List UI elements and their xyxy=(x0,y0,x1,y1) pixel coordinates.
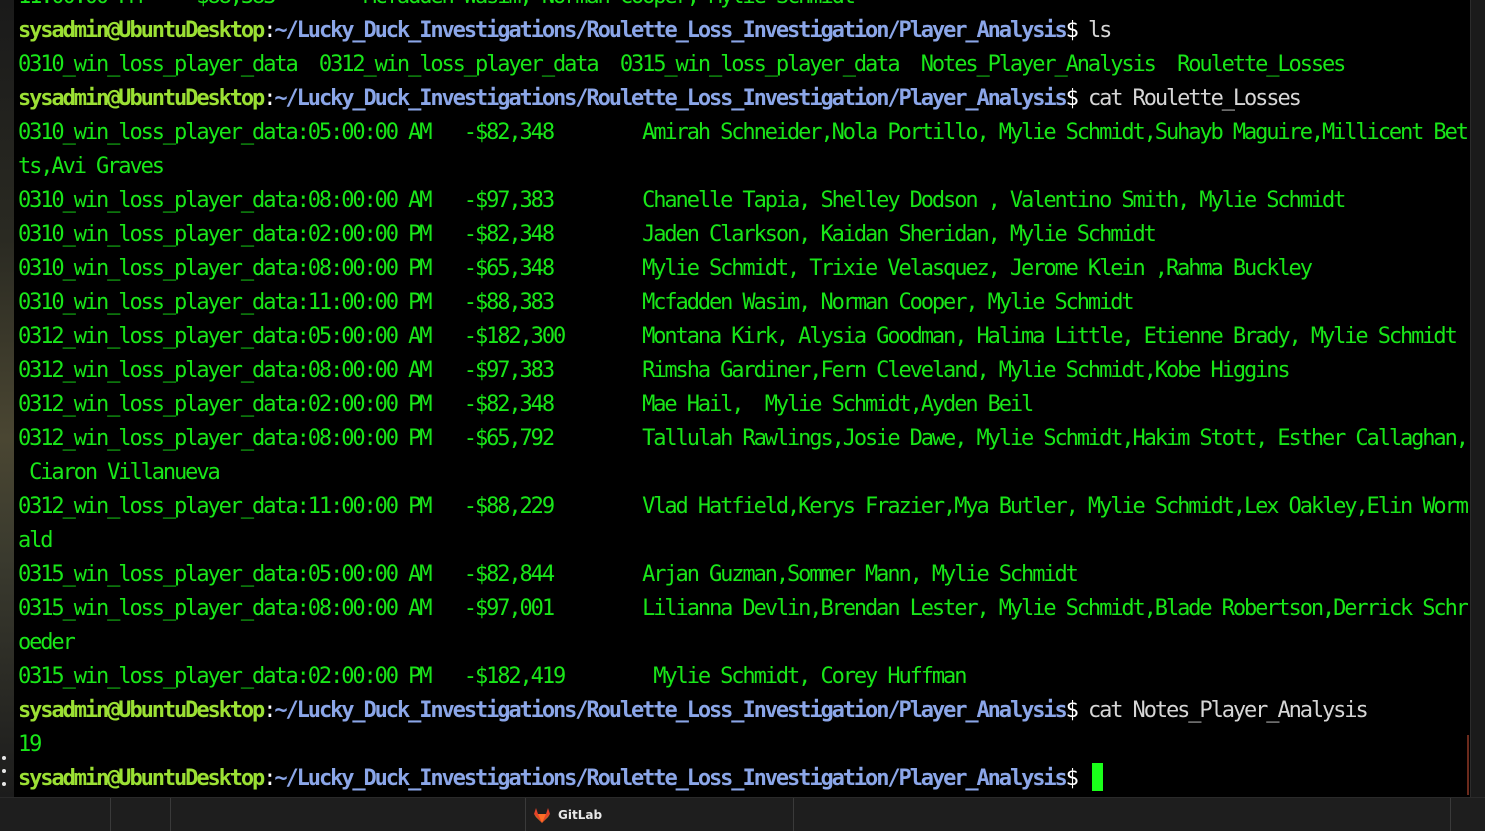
output-text: 0312_win_loss_player_data:11:00:00 PM -$… xyxy=(18,494,1468,519)
terminal-prompt-line: sysadmin@UbuntuDesktop:~/Lucky_Duck_Inve… xyxy=(18,694,1468,728)
output-text: 0312_win_loss_player_data:08:00:00 AM -$… xyxy=(18,358,1291,383)
desktop-screen: 11:00:00 PM -$88,383 Mcfadden Wasim, Nor… xyxy=(0,0,1485,831)
terminal-output-line: 0310_win_loss_player_data:08:00:00 AM -$… xyxy=(18,184,1468,218)
prompt-user-host: sysadmin@UbuntuDesktop xyxy=(18,86,265,111)
terminal-prompt-line: sysadmin@UbuntuDesktop:~/Lucky_Duck_Inve… xyxy=(18,14,1468,48)
output-text: 11:00:00 PM -$88,383 Mcfadden Wasim, Nor… xyxy=(18,0,856,9)
terminal-output-line: 0315_win_loss_player_data:05:00:00 AM -$… xyxy=(18,558,1468,592)
terminal-prompt-line: sysadmin@UbuntuDesktop:~/Lucky_Duck_Inve… xyxy=(18,762,1468,796)
output-text: 0310_win_loss_player_data:08:00:00 AM -$… xyxy=(18,188,1346,213)
terminal-output-line: 0310_win_loss_player_data:02:00:00 PM -$… xyxy=(18,218,1468,252)
command-text: cat Notes_Player_Analysis xyxy=(1076,698,1369,723)
command-text: ls xyxy=(1076,18,1112,43)
prompt-symbol: $ xyxy=(1065,86,1079,111)
prompt-symbol: $ xyxy=(1065,698,1079,723)
desktop-background-edge xyxy=(0,0,14,797)
prompt-path: ~/Lucky_Duck_Investigations/Roulette_Los… xyxy=(274,86,1067,111)
prompt-separator: : xyxy=(263,86,276,111)
taskbar-slot[interactable] xyxy=(170,798,526,831)
terminal-output-line: ts,Avi Graves xyxy=(18,150,1468,184)
terminal-output-line: 0312_win_loss_player_data:05:00:00 AM -$… xyxy=(18,320,1468,354)
taskbar-slot[interactable] xyxy=(110,798,171,831)
terminal-output-line: 0310_win_loss_player_data:11:00:00 PM -$… xyxy=(18,286,1468,320)
output-text: 0312_win_loss_player_data:02:00:00 PM -$… xyxy=(18,392,1034,417)
taskbar: GitLab xyxy=(0,797,1485,831)
gitlab-fox-icon xyxy=(534,807,550,823)
prompt-path: ~/Lucky_Duck_Investigations/Roulette_Los… xyxy=(274,18,1067,43)
prompt-path: ~/Lucky_Duck_Investigations/Roulette_Los… xyxy=(274,766,1067,791)
taskbar-slot[interactable] xyxy=(793,798,1451,831)
terminal-window[interactable]: 11:00:00 PM -$88,383 Mcfadden Wasim, Nor… xyxy=(18,0,1468,796)
terminal-scrollbar[interactable] xyxy=(1470,0,1485,797)
scroll-position-marker xyxy=(1467,735,1469,795)
prompt-symbol: $ xyxy=(1065,18,1079,43)
taskbar-gitlab-label: GitLab xyxy=(558,808,603,822)
output-text: ts,Avi Graves xyxy=(18,154,165,179)
output-text: 0310_win_loss_player_data:08:00:00 PM -$… xyxy=(18,256,1313,281)
prompt-path: ~/Lucky_Duck_Investigations/Roulette_Los… xyxy=(274,698,1067,723)
command-text xyxy=(1077,766,1088,791)
terminal-output-line: 0312_win_loss_player_data:08:00:00 AM -$… xyxy=(18,354,1468,388)
more-options-icon[interactable] xyxy=(1,756,7,786)
command-text: cat Roulette_Losses xyxy=(1076,86,1302,111)
terminal-cursor[interactable] xyxy=(1091,763,1103,791)
prompt-separator: : xyxy=(263,698,276,723)
output-text: 0310_win_loss_player_data:05:00:00 AM -$… xyxy=(18,120,1468,145)
prompt-separator: : xyxy=(263,18,276,43)
terminal-output-line: 0312_win_loss_player_data:11:00:00 PM -$… xyxy=(18,490,1468,524)
terminal-output-line: 0315_win_loss_player_data:08:00:00 AM -$… xyxy=(18,592,1468,626)
output-text: 0315_win_loss_player_data:05:00:00 AM -$… xyxy=(18,562,1079,587)
terminal-output-line: 0312_win_loss_player_data:08:00:00 PM -$… xyxy=(18,422,1468,456)
terminal-output-line: 11:00:00 PM -$88,383 Mcfadden Wasim, Nor… xyxy=(18,0,1468,14)
output-text: 0312_win_loss_player_data:05:00:00 AM -$… xyxy=(18,324,1458,349)
terminal-output-line: Ciaron Villanueva xyxy=(18,456,1468,490)
output-text: 19 xyxy=(18,732,42,757)
terminal-output-line: 0310_win_loss_player_data:08:00:00 PM -$… xyxy=(18,252,1468,286)
taskbar-slot[interactable] xyxy=(1450,798,1485,831)
terminal-output-line: 0312_win_loss_player_data:02:00:00 PM -$… xyxy=(18,388,1468,422)
terminal-output-line: ald xyxy=(18,524,1468,558)
output-text: 0310_win_loss_player_data 0312_win_loss_… xyxy=(18,52,1346,77)
output-text: 0315_win_loss_player_data:08:00:00 AM -$… xyxy=(18,596,1468,621)
output-text: 0315_win_loss_player_data:02:00:00 PM -$… xyxy=(18,664,967,689)
terminal-output-line: 0315_win_loss_player_data:02:00:00 PM -$… xyxy=(18,660,1468,694)
output-text: 0310_win_loss_player_data:11:00:00 PM -$… xyxy=(18,290,1135,315)
prompt-symbol: $ xyxy=(1065,766,1079,791)
terminal-prompt-line: sysadmin@UbuntuDesktop:~/Lucky_Duck_Inve… xyxy=(18,82,1468,116)
output-text: 0312_win_loss_player_data:08:00:00 PM -$… xyxy=(18,426,1468,451)
output-text: Ciaron Villanueva xyxy=(18,460,221,485)
output-text: oeder xyxy=(18,630,76,655)
prompt-separator: : xyxy=(263,766,276,791)
terminal-output-line: 19 xyxy=(18,728,1468,762)
prompt-user-host: sysadmin@UbuntuDesktop xyxy=(18,18,265,43)
terminal-output-line: 0310_win_loss_player_data 0312_win_loss_… xyxy=(18,48,1468,82)
output-text: 0310_win_loss_player_data:02:00:00 PM -$… xyxy=(18,222,1157,247)
prompt-user-host: sysadmin@UbuntuDesktop xyxy=(18,766,265,791)
prompt-user-host: sysadmin@UbuntuDesktop xyxy=(18,698,265,723)
terminal-output-line: oeder xyxy=(18,626,1468,660)
taskbar-gitlab-button[interactable]: GitLab xyxy=(534,798,602,831)
terminal-output-line: 0310_win_loss_player_data:05:00:00 AM -$… xyxy=(18,116,1468,150)
output-text: ald xyxy=(18,528,54,553)
